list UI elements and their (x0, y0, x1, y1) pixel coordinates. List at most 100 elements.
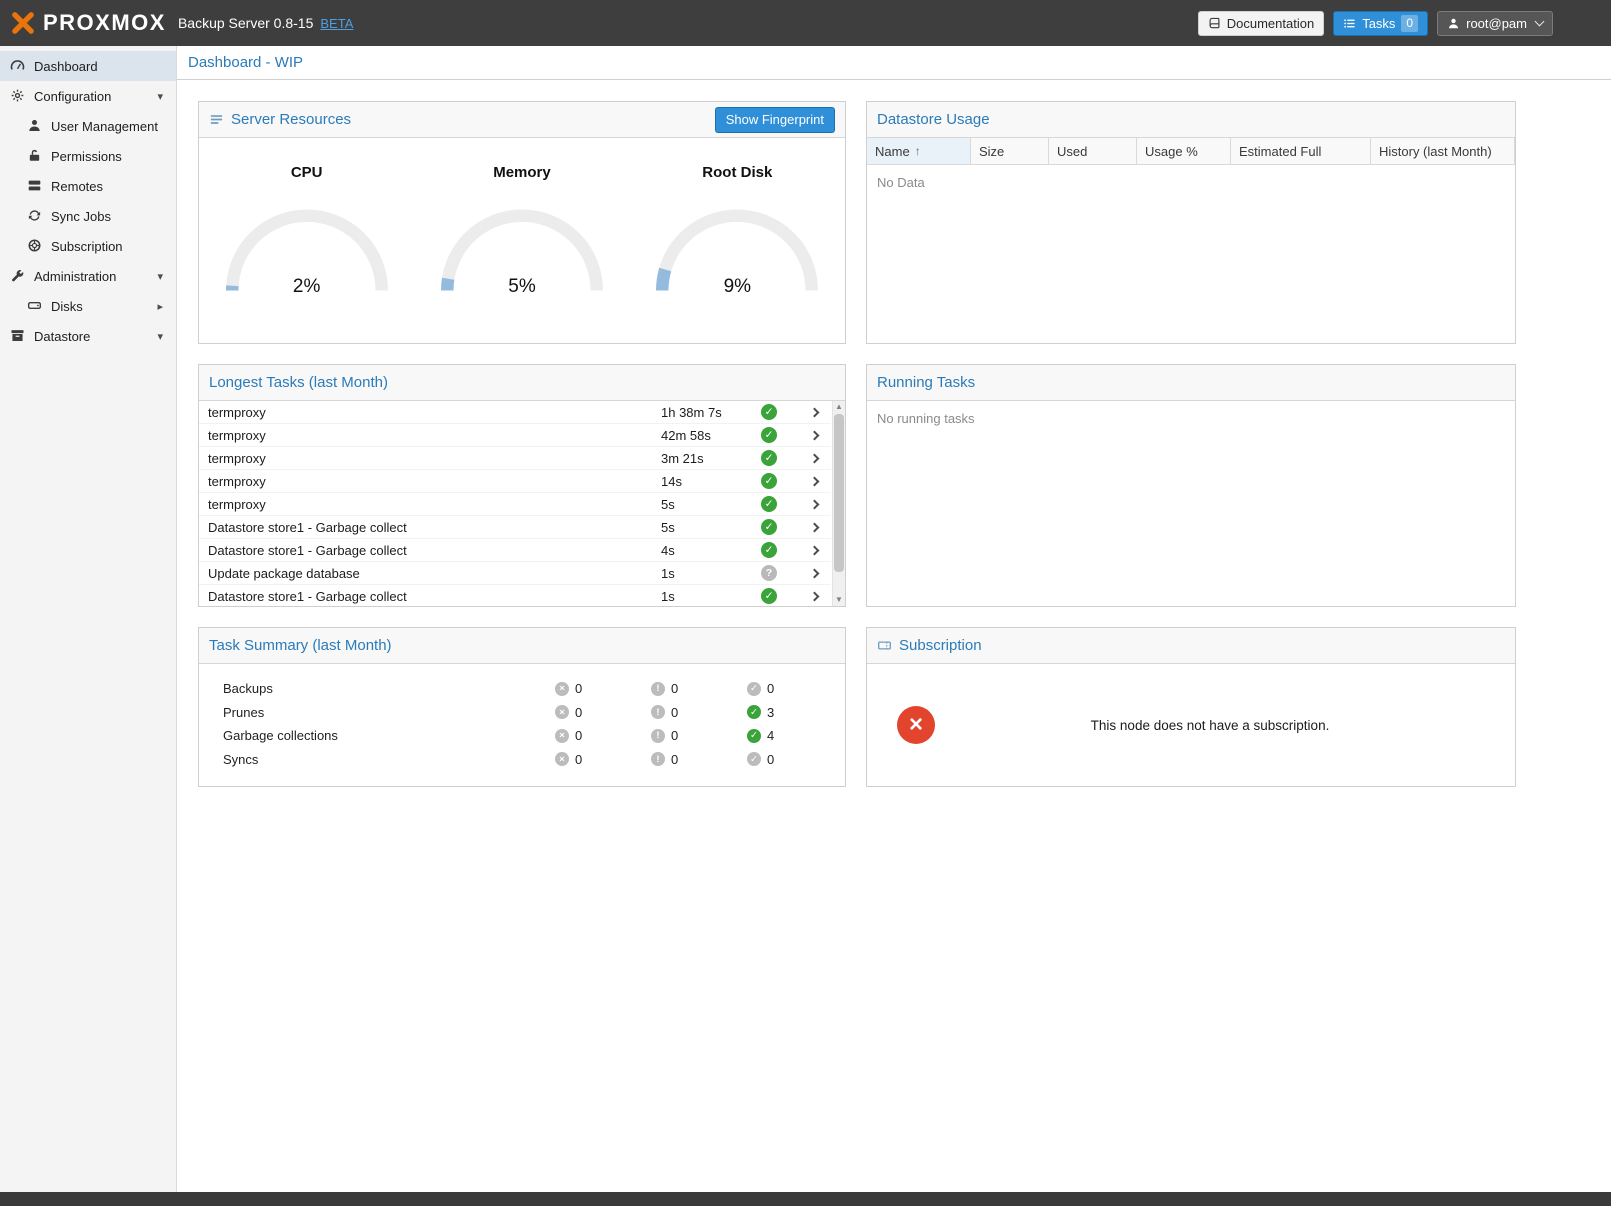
chevron-right-icon[interactable] (809, 522, 819, 532)
documentation-button[interactable]: Documentation (1198, 11, 1324, 36)
sidebar-item-configuration[interactable]: Configuration ▾ (0, 81, 176, 111)
book-icon (1208, 17, 1221, 30)
task-duration: 3m 21s (661, 451, 761, 466)
column-header-estimated-full[interactable]: Estimated Full (1231, 138, 1371, 164)
sidebar-item-user-management[interactable]: User Management (0, 111, 176, 141)
sidebar-item-permissions[interactable]: Permissions (0, 141, 176, 171)
task-row[interactable]: Update package database1s? (199, 562, 831, 585)
task-name: Datastore store1 - Garbage collect (208, 520, 661, 535)
datastore-icon (10, 328, 26, 344)
task-duration: 1s (661, 589, 761, 604)
task-duration: 1s (661, 566, 761, 581)
column-label: History (last Month) (1379, 144, 1492, 159)
sidebar-item-administration[interactable]: Administration▾ (0, 261, 176, 291)
scrollbar[interactable]: ▲ ▼ (832, 401, 845, 606)
task-row[interactable]: Datastore store1 - Garbage collect5s✓ (199, 516, 831, 539)
panel-header: Subscription (867, 628, 1515, 664)
summary-row: Prunes×0!0✓3 (223, 701, 845, 725)
column-label: Used (1057, 144, 1087, 159)
scrollbar-thumb[interactable] (834, 414, 844, 572)
user-menu-button[interactable]: root@pam (1437, 11, 1553, 36)
column-label: Estimated Full (1239, 144, 1321, 159)
ok-count: ✓0 (747, 752, 845, 767)
beta-link[interactable]: BETA (320, 16, 353, 31)
subscription-body: × This node does not have a subscription… (867, 664, 1515, 786)
caret-right-icon: ▸ (157, 300, 163, 313)
ok-icon: ✓ (747, 752, 761, 766)
sidebar-item-datastore[interactable]: Datastore▾ (0, 321, 176, 351)
bottom-bar (0, 1192, 1611, 1206)
summary-row: Garbage collections×0!0✓4 (223, 724, 845, 748)
panel-header: Task Summary (last Month) (199, 628, 845, 664)
gauge-cpu: CPU2% (205, 164, 409, 343)
ticket-icon (877, 638, 892, 653)
task-row[interactable]: termproxy5s✓ (199, 493, 831, 516)
gauge-value: 5% (420, 276, 624, 298)
warning-count: !0 (651, 705, 747, 720)
task-name: termproxy (208, 405, 661, 420)
gauge-label: Root Disk (635, 164, 839, 181)
task-name: termproxy (208, 451, 661, 466)
chevron-right-icon[interactable] (809, 499, 819, 509)
task-row[interactable]: termproxy3m 21s✓ (199, 447, 831, 470)
chevron-right-icon[interactable] (809, 545, 819, 555)
panel-title: Subscription (899, 637, 982, 654)
scroll-down-icon[interactable]: ▼ (833, 596, 845, 604)
times-circle-icon: × (897, 706, 935, 744)
tasks-count-badge: 0 (1401, 15, 1418, 32)
column-label: Name (875, 144, 910, 159)
panel-title: Server Resources (231, 111, 351, 128)
column-label: Usage % (1145, 144, 1198, 159)
chevron-right-icon[interactable] (809, 591, 819, 601)
task-name: Datastore store1 - Garbage collect (208, 543, 661, 558)
task-row[interactable]: termproxy42m 58s✓ (199, 424, 831, 447)
sidebar-item-label: Configuration (34, 89, 111, 104)
chevron-right-icon[interactable] (809, 430, 819, 440)
error-count: ×0 (555, 705, 651, 720)
tasks-button[interactable]: Tasks 0 (1333, 11, 1428, 36)
brand-name: PROXMOX (43, 10, 166, 36)
task-row[interactable]: termproxy14s✓ (199, 470, 831, 493)
summary-label: Prunes (223, 705, 555, 720)
column-header-size[interactable]: Size (971, 138, 1049, 164)
panel-title: Datastore Usage (877, 111, 990, 128)
chevron-right-icon[interactable] (809, 568, 819, 578)
column-header-history-last-month[interactable]: History (last Month) (1371, 138, 1515, 164)
column-header-name[interactable]: Name↑ (867, 138, 971, 164)
warning-count: !0 (651, 681, 747, 696)
documentation-label: Documentation (1227, 16, 1314, 31)
task-row[interactable]: Datastore store1 - Garbage collect4s✓ (199, 539, 831, 562)
gauge-memory: Memory5% (420, 164, 624, 343)
scroll-up-icon[interactable]: ▲ (833, 403, 845, 411)
user-icon (1447, 17, 1460, 30)
chevron-right-icon[interactable] (809, 476, 819, 486)
summary-row: Backups×0!0✓0 (223, 677, 845, 701)
task-duration: 5s (661, 520, 761, 535)
subscription-message: This node does not have a subscription. (935, 718, 1515, 733)
chevron-right-icon[interactable] (809, 407, 819, 417)
column-header-usage[interactable]: Usage % (1137, 138, 1231, 164)
column-label: Size (979, 144, 1004, 159)
sidebar-item-remotes[interactable]: Remotes (0, 171, 176, 201)
caret-down-icon: ▾ (157, 90, 163, 103)
sidebar-item-label: Subscription (51, 239, 123, 254)
task-row[interactable]: Datastore store1 - Garbage collect1s✓ (199, 585, 831, 606)
table-header-row: Name↑ Size Used Usage % Estimated Full Histor… (867, 138, 1515, 165)
sidebar-item-sync-jobs[interactable]: Sync Jobs (0, 201, 176, 231)
status-ok-icon: ✓ (761, 496, 777, 512)
app-subtitle: Backup Server 0.8-15 (178, 15, 313, 31)
sidebar-item-disks[interactable]: Disks▸ (0, 291, 176, 321)
column-header-used[interactable]: Used (1049, 138, 1137, 164)
chevron-right-icon[interactable] (809, 453, 819, 463)
show-fingerprint-button[interactable]: Show Fingerprint (715, 107, 835, 133)
panel-header: Longest Tasks (last Month) (199, 365, 845, 401)
task-row[interactable]: termproxy1h 38m 7s✓ (199, 401, 831, 424)
ok-count: ✓3 (747, 705, 845, 720)
main-area: Dashboard - WIP Server Resources Show Fi… (177, 46, 1611, 1192)
task-name: termproxy (208, 428, 661, 443)
subscription-panel: Subscription × This node does not have a… (866, 627, 1516, 787)
sidebar-item-dashboard[interactable]: Dashboard (0, 51, 176, 81)
user-label: root@pam (1466, 16, 1527, 31)
task-duration: 1h 38m 7s (661, 405, 761, 420)
sidebar-item-subscription[interactable]: Subscription (0, 231, 176, 261)
